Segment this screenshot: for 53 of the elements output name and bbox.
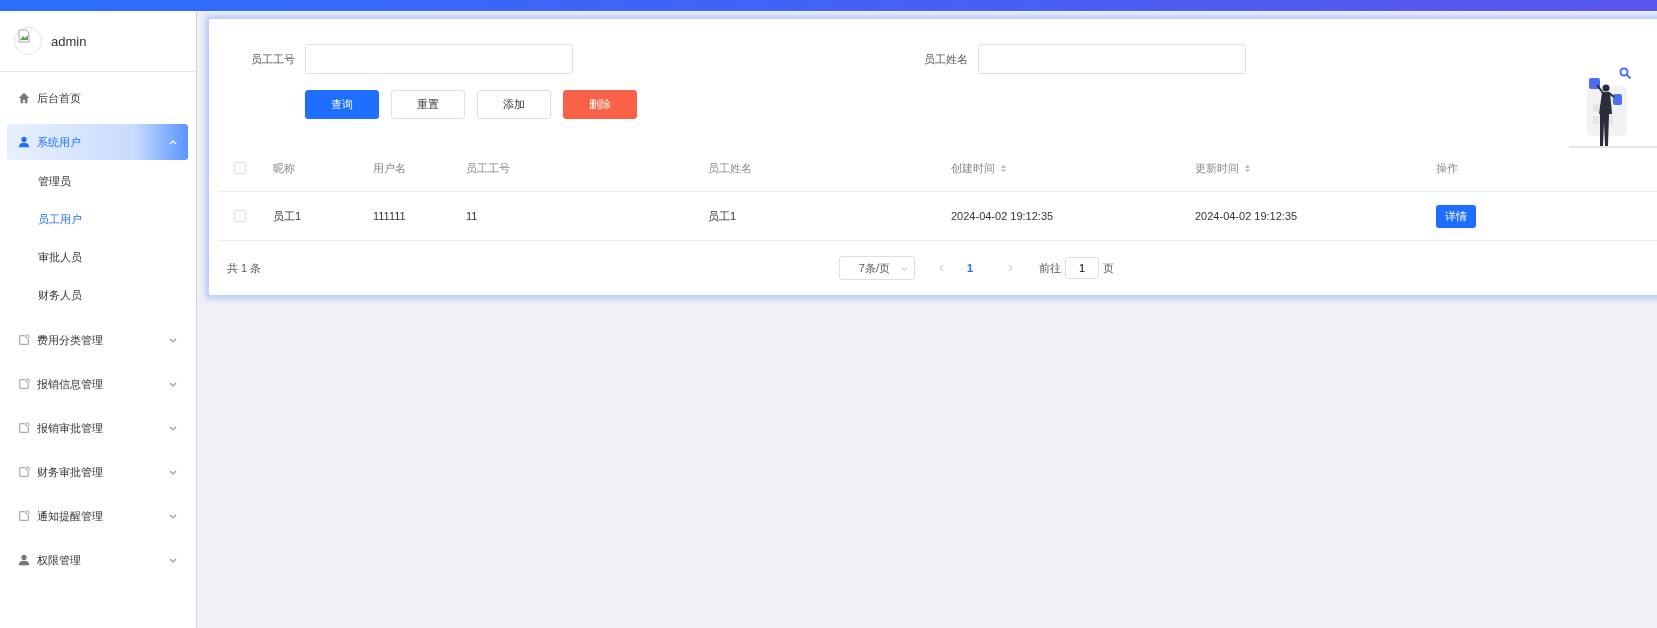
menu-item[interactable]: 报销审批管理: [7, 410, 188, 446]
column-header: 员工姓名: [708, 160, 752, 176]
input-field[interactable]: [978, 44, 1246, 74]
menu-item[interactable]: 权限管理: [7, 542, 188, 578]
total-count: 共 1 条: [227, 260, 263, 276]
submenu-item[interactable]: 财务人员: [0, 276, 82, 314]
submenu-item[interactable]: 审批人员: [0, 238, 82, 276]
broken-image-icon: [17, 29, 31, 43]
submenu-item[interactable]: 员工用户: [0, 200, 82, 238]
input-field[interactable]: [305, 44, 573, 74]
document-icon: [18, 334, 30, 346]
row-checkbox[interactable]: [234, 210, 246, 222]
home-icon: [18, 92, 30, 104]
table-cell: 111111: [373, 210, 406, 222]
table-cell: 2024-04-02 19:12:35: [951, 210, 1054, 222]
sort-icon[interactable]: [1000, 162, 1007, 174]
table-cell: 11: [466, 210, 478, 222]
menu-item[interactable]: 系统用户: [7, 124, 188, 160]
submenu-item[interactable]: 管理员: [0, 162, 71, 200]
field-label: 员工工号: [250, 51, 296, 67]
menu-item[interactable]: 报销信息管理: [7, 366, 188, 402]
document-icon: [18, 422, 30, 434]
menu-item[interactable]: 财务审批管理: [7, 454, 188, 490]
goto-label: 前往: [1039, 260, 1062, 276]
table-cell: 员工1: [273, 208, 302, 224]
column-header: 用户名: [373, 160, 406, 176]
menu-item[interactable]: 后台首页: [7, 80, 188, 116]
document-icon: [18, 378, 30, 390]
column-header: 昵称: [273, 160, 295, 176]
page-input[interactable]: 1: [1065, 257, 1100, 279]
user-icon: [18, 136, 30, 148]
document-icon: [18, 466, 30, 478]
menu-item[interactable]: 通知提醒管理: [7, 498, 188, 534]
menu-item[interactable]: 费用分类管理: [7, 322, 188, 358]
table-cell: 员工1: [708, 208, 737, 224]
page-number[interactable]: 1: [967, 262, 974, 274]
column-header: 员工工号: [466, 160, 510, 176]
page-size-select[interactable]: 7条/页: [839, 256, 915, 280]
table-cell: 2024-04-02 19:12:35: [1195, 210, 1298, 222]
column-header: 操作: [1436, 160, 1458, 176]
user-icon: [18, 554, 30, 566]
field-label: 员工姓名: [923, 51, 969, 67]
document-icon: [18, 510, 30, 522]
user-name: admin: [51, 33, 87, 49]
column-header[interactable]: 创建时间: [951, 160, 1007, 176]
action-button[interactable]: 查询: [305, 90, 379, 119]
column-header[interactable]: 更新时间: [1195, 160, 1251, 176]
sort-icon[interactable]: [1244, 162, 1251, 174]
select-all-checkbox[interactable]: [234, 162, 246, 174]
page-suffix: 页: [1103, 260, 1115, 276]
detail-button[interactable]: 详情: [1436, 204, 1476, 228]
action-button[interactable]: 重置: [391, 90, 465, 119]
action-button[interactable]: 添加: [477, 90, 551, 119]
